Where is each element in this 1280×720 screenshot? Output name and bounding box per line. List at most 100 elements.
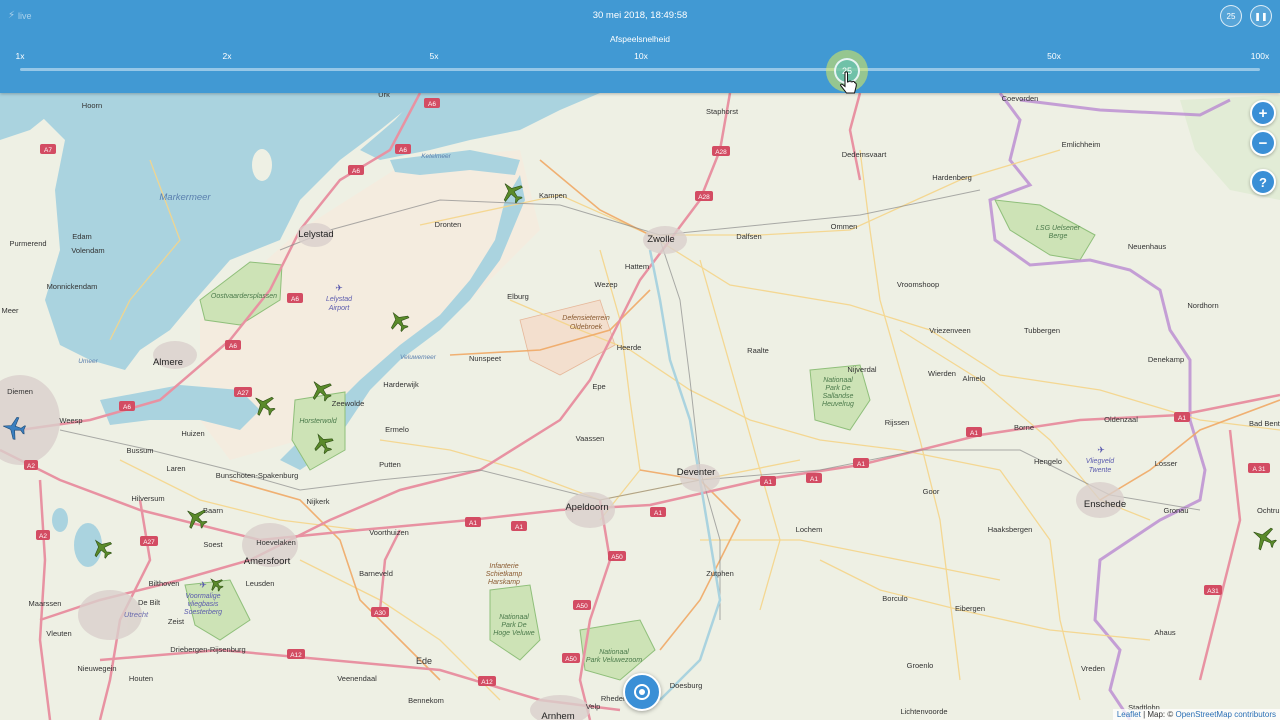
road-shield: A1 [764, 479, 772, 486]
place-label: Bunschoten-Spakenburg [216, 471, 299, 480]
water-label: Ketelmeer [421, 153, 451, 160]
place-label: Kampen [539, 191, 567, 200]
leaflet-link[interactable]: Leaflet [1117, 710, 1141, 719]
place-label: Hilversum [131, 494, 164, 503]
park-label: Oostvaardersplassen [211, 293, 277, 300]
place-label: Denekamp [1148, 355, 1184, 364]
place-label: Nunspeet [469, 354, 502, 363]
road-shield: A6 [428, 101, 436, 108]
locate-dot [639, 689, 645, 695]
road-shield: A50 [565, 656, 577, 663]
road-shield: A1 [810, 476, 818, 483]
road-shield: A1 [857, 461, 865, 468]
place-label: Maarssen [29, 599, 62, 608]
osm-link[interactable]: OpenStreetMap contributors [1176, 710, 1277, 719]
map-canvas[interactable]: A7 A6 A6 A6 A6 A6 A6 A28 A28 A1 A1 A1 A1… [0, 0, 1280, 720]
city-label: Apeldoorn [565, 502, 608, 513]
road-shield: A50 [576, 603, 588, 610]
road-shield: A28 [715, 149, 727, 156]
map-attribution: Leaflet | Map: © OpenStreetMap contribut… [1112, 709, 1280, 720]
road-shield: A1 [970, 430, 978, 437]
speed-title: Afspeelsnelheid [609, 34, 670, 44]
road-shield: A 31 [1252, 466, 1265, 473]
airport-icon: ✈ [335, 283, 343, 293]
place-label: Wierden [928, 369, 956, 378]
place-label: Wezep [594, 280, 617, 289]
road-shield: A6 [123, 404, 131, 411]
place-label: Losser [1155, 459, 1178, 468]
road-shield: A6 [399, 147, 407, 154]
place-label: Voorthuizen [369, 528, 409, 537]
speed-tick: 2x [222, 51, 232, 61]
help-button[interactable]: ? [1250, 169, 1276, 195]
place-label: Lichtenvoorde [900, 707, 947, 716]
place-label: Elburg [507, 292, 529, 301]
speed-button[interactable]: 25 [1220, 5, 1242, 27]
attribution-separator: | Map: © [1140, 710, 1176, 719]
place-label: Ahaus [1154, 628, 1176, 637]
locate-button[interactable] [623, 673, 661, 711]
place-label: Eibergen [955, 604, 985, 613]
place-label: Borne [1014, 423, 1034, 432]
city-label: Zwolle [647, 234, 674, 245]
city-label: Lelystad [298, 229, 333, 240]
city-label: Enschede [1084, 499, 1126, 510]
pause-button[interactable]: ❚❚ [1250, 5, 1272, 27]
place-label: Driebergen-Rijsenburg [170, 645, 245, 654]
place-label: Raalte [747, 346, 769, 355]
place-label: Edam [72, 232, 92, 241]
place-label: Meer [1, 306, 19, 315]
poi-label: Infanterie Schietkamp Harskamp [486, 563, 523, 586]
place-label: Neuenhaus [1128, 242, 1167, 251]
road-shield: A31 [1207, 588, 1219, 595]
place-label: Hengelo [1034, 457, 1062, 466]
place-label: Veenendaal [337, 674, 377, 683]
place-label: Diemen [7, 387, 33, 396]
place-label: Bad Bentheim [1249, 419, 1280, 428]
playback-panel: ⚡ live 30 mei 2018, 18:49:58 Afspeelsnel… [0, 0, 1280, 93]
place-label: Dalfsen [736, 232, 761, 241]
place-label: Vaassen [576, 434, 605, 443]
road-shield: A2 [39, 533, 47, 540]
place-label: Zeewolde [332, 399, 365, 408]
speed-slider-track[interactable] [20, 68, 1260, 71]
water-label: Umeer [78, 358, 98, 365]
park-label: Nationaal Park De Sallandse Heuvelrug [822, 377, 854, 408]
place-label: Putten [379, 460, 401, 469]
place-label: Nijverdal [847, 365, 877, 374]
place-label: Harderwijk [383, 380, 419, 389]
road-shield: A27 [143, 539, 155, 546]
place-label: Almelo [963, 374, 986, 383]
place-label: Houten [129, 674, 153, 683]
road-shield: A1 [1178, 415, 1186, 422]
road-shield: A6 [291, 296, 299, 303]
playback-datetime: 30 mei 2018, 18:49:58 [592, 10, 688, 21]
place-label: Bussum [126, 446, 153, 455]
road-shield: A12 [290, 652, 302, 659]
speed-tick: 10x [634, 51, 648, 61]
park-label: Horsterwold [299, 418, 337, 425]
place-label: Lochem [796, 525, 823, 534]
speed-tick: 1x [15, 51, 25, 61]
poi-label: Voormalige vliegbasis Soesterberg [184, 593, 222, 616]
map[interactable]: A7 A6 A6 A6 A6 A6 A6 A28 A28 A1 A1 A1 A1… [0, 0, 1280, 720]
hand-cursor-icon [840, 71, 857, 94]
place-label: Ede [416, 656, 432, 666]
speed-tick: 100x [1250, 51, 1270, 61]
zoom-out-button[interactable]: − [1250, 130, 1276, 156]
place-label: Vleuten [46, 629, 71, 638]
place-label: Borculo [882, 594, 907, 603]
airport-icon: ✈ [1097, 445, 1105, 455]
place-label: Vriezenveen [929, 326, 970, 335]
place-label: Volendam [71, 246, 104, 255]
place-label: Vroomshoop [897, 280, 939, 289]
road-shield: A50 [611, 554, 623, 561]
speed-tick: 50x [1047, 51, 1061, 61]
place-label: Barneveld [359, 569, 393, 578]
road-shield: A12 [481, 679, 493, 686]
place-label: Staphorst [706, 107, 739, 116]
place-label: Nijkerk [307, 497, 330, 506]
place-label: Baarn [203, 506, 223, 515]
city-label: Arnhem [541, 711, 574, 720]
zoom-in-button[interactable]: + [1250, 100, 1276, 126]
